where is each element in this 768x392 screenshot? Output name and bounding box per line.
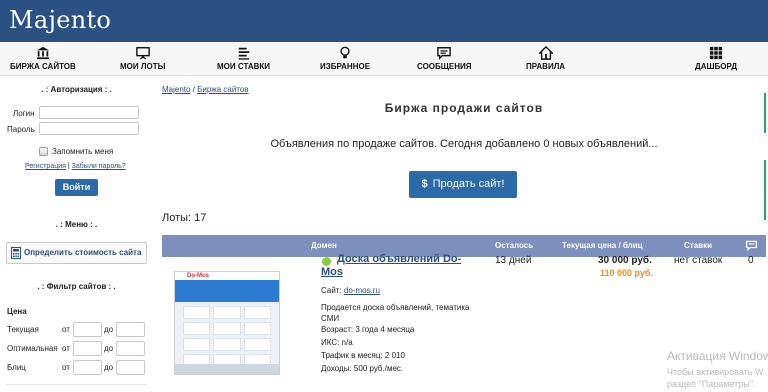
- filter-blitz-label: Блиц: [7, 363, 26, 372]
- site-link[interactable]: do-mos.ru: [344, 286, 380, 295]
- sell-site-button[interactable]: $ Продать сайт!: [409, 171, 517, 198]
- sell-site-label: Продать сайт!: [432, 178, 505, 190]
- auth-title: . : Авторизация : .: [41, 85, 112, 94]
- estimate-cost-button[interactable]: Определить стоимость сайта: [6, 242, 147, 264]
- link-separator: |: [67, 163, 70, 170]
- column-price[interactable]: Текущая цена / блиц: [562, 241, 643, 250]
- login-input[interactable]: [39, 106, 139, 119]
- activation-watermark-sub2: раздел "Параметры".: [667, 379, 756, 389]
- site-logo[interactable]: Majento: [9, 6, 111, 34]
- current-to-input[interactable]: [116, 322, 145, 337]
- filter-current-label: Текущая: [7, 325, 39, 334]
- column-domain[interactable]: Домен: [311, 241, 337, 250]
- current-price: 30 000 руб.: [598, 255, 652, 266]
- nav-item-my-bids[interactable]: МОИ СТАВКИ: [217, 46, 270, 71]
- to-label: до: [104, 344, 114, 353]
- bids-status: нет ставок: [674, 255, 723, 266]
- activation-watermark: Активация Windows: [667, 349, 768, 363]
- menu-title: . : Меню : .: [55, 220, 98, 229]
- house-icon: [526, 45, 565, 60]
- header-bar: Majento: [0, 0, 768, 42]
- column-time-left[interactable]: Осталось: [495, 241, 533, 250]
- comment-icon: [746, 240, 757, 253]
- bank-icon: [10, 46, 76, 60]
- nav-item-messages[interactable]: СООБЩЕНИЯ: [417, 46, 472, 71]
- from-label: от: [62, 363, 70, 372]
- breadcrumb-home[interactable]: Majento: [162, 85, 190, 94]
- from-label: от: [62, 344, 70, 353]
- blitz-to-input[interactable]: [116, 360, 145, 375]
- nav-label: МОИ СТАВКИ: [217, 62, 271, 71]
- chat-icon: [417, 46, 472, 60]
- blitz-from-input[interactable]: [73, 360, 102, 375]
- days-left: 13 дней: [495, 255, 532, 266]
- sidebar: . : Авторизация : . Логин Пароль Запомни…: [0, 76, 153, 392]
- to-label: до: [104, 363, 114, 372]
- blitz-price: 110 000 руб.: [600, 268, 653, 278]
- lot-iks: ИКС: n/a: [321, 338, 353, 347]
- lot-site: Сайт: do-mos.ru: [321, 286, 380, 295]
- nav-label: СООБЩЕНИЯ: [417, 62, 472, 71]
- lightbulb-icon: [320, 46, 370, 60]
- main-content: Majento / Биржа сайтов Биржа продажи сай…: [162, 76, 768, 392]
- activation-watermark-sub: Чтобы активировать W: [667, 367, 764, 377]
- from-label: от: [62, 325, 70, 334]
- price-label: Цена: [7, 307, 27, 316]
- remember-label: Запомнить меня: [52, 147, 114, 156]
- sidebar-divider: [6, 384, 147, 385]
- grid-icon: [695, 46, 737, 60]
- register-link[interactable]: Регистрация: [25, 163, 66, 170]
- optimal-from-input[interactable]: [73, 341, 102, 356]
- nav-label: ПРАВИЛА: [526, 62, 566, 71]
- current-from-input[interactable]: [73, 322, 102, 337]
- breadcrumb-separator: /: [192, 85, 195, 94]
- remember-checkbox[interactable]: [39, 147, 48, 156]
- breadcrumb-current[interactable]: Биржа сайтов: [197, 85, 248, 94]
- filter-title: . : Фильтр сайтов : .: [37, 282, 116, 291]
- edge-accent-bar: [764, 160, 766, 220]
- page-title: Биржа продажи сайтов: [384, 101, 544, 115]
- site-label: Сайт:: [321, 286, 342, 295]
- nav-label: ДАШБОРД: [695, 62, 738, 71]
- filter-optimal-label: Оптимальная: [7, 344, 58, 353]
- login-button[interactable]: Войти: [55, 179, 98, 196]
- auth-links: Регистрация | Забыли пароль?: [25, 163, 126, 170]
- comments-count: 0: [748, 255, 754, 266]
- password-input[interactable]: [39, 122, 139, 135]
- list-icon: [217, 46, 270, 60]
- dollar-icon: $: [421, 178, 428, 190]
- nav-label: ИЗБРАННОЕ: [320, 62, 371, 71]
- thumb-logo: Do-Mos: [175, 272, 279, 280]
- thumb-footer: [175, 364, 279, 374]
- nav-item-exchange[interactable]: БИРЖА САЙТОВ: [10, 46, 76, 71]
- main-nav: БИРЖА САЙТОВ МОИ ЛОТЫ МОИ СТАВКИ ИЗБРАНН…: [0, 42, 768, 76]
- nav-item-dashboard[interactable]: ДАШБОРД: [695, 46, 737, 71]
- lot-title-link[interactable]: Доска объявлений Do-Mos: [321, 253, 471, 279]
- to-label: до: [104, 325, 114, 334]
- nav-item-rules[interactable]: ПРАВИЛА: [526, 45, 566, 71]
- site-screenshot[interactable]: Do-Mos: [174, 271, 280, 375]
- edge-accent-bar: [764, 93, 766, 133]
- thumb-grid: [175, 302, 279, 371]
- lot-description: Продается доска объявлений, тематика СМИ: [321, 303, 470, 323]
- breadcrumb: Majento / Биржа сайтов: [162, 85, 249, 94]
- optimal-to-input[interactable]: [116, 341, 145, 356]
- estimate-cost-label: Определить стоимость сайта: [24, 248, 142, 257]
- thumb-banner: [175, 280, 279, 302]
- forgot-password-link[interactable]: Забыли пароль?: [72, 163, 126, 170]
- lot-age: Возраст: 3 года 4 месяца: [321, 325, 415, 334]
- nav-label: БИРЖА САЙТОВ: [10, 62, 76, 71]
- lots-count: Лоты: 17: [162, 212, 207, 224]
- calculator-icon: [11, 247, 21, 267]
- login-label: Логин: [13, 109, 35, 118]
- intro-text: Объявления по продаже сайтов. Сегодня до…: [270, 138, 658, 150]
- nav-item-favorites[interactable]: ИЗБРАННОЕ: [320, 46, 370, 71]
- lot-traffic: Трафик в месяц: 2 010: [321, 351, 405, 360]
- presentation-icon: [120, 46, 165, 60]
- lot-income: Доходы: 500 руб./мес.: [321, 364, 404, 373]
- nav-label: МОИ ЛОТЫ: [120, 62, 166, 71]
- nav-item-my-lots[interactable]: МОИ ЛОТЫ: [120, 46, 165, 71]
- column-bids[interactable]: Ставки: [684, 241, 712, 250]
- password-label: Пароль: [7, 125, 35, 134]
